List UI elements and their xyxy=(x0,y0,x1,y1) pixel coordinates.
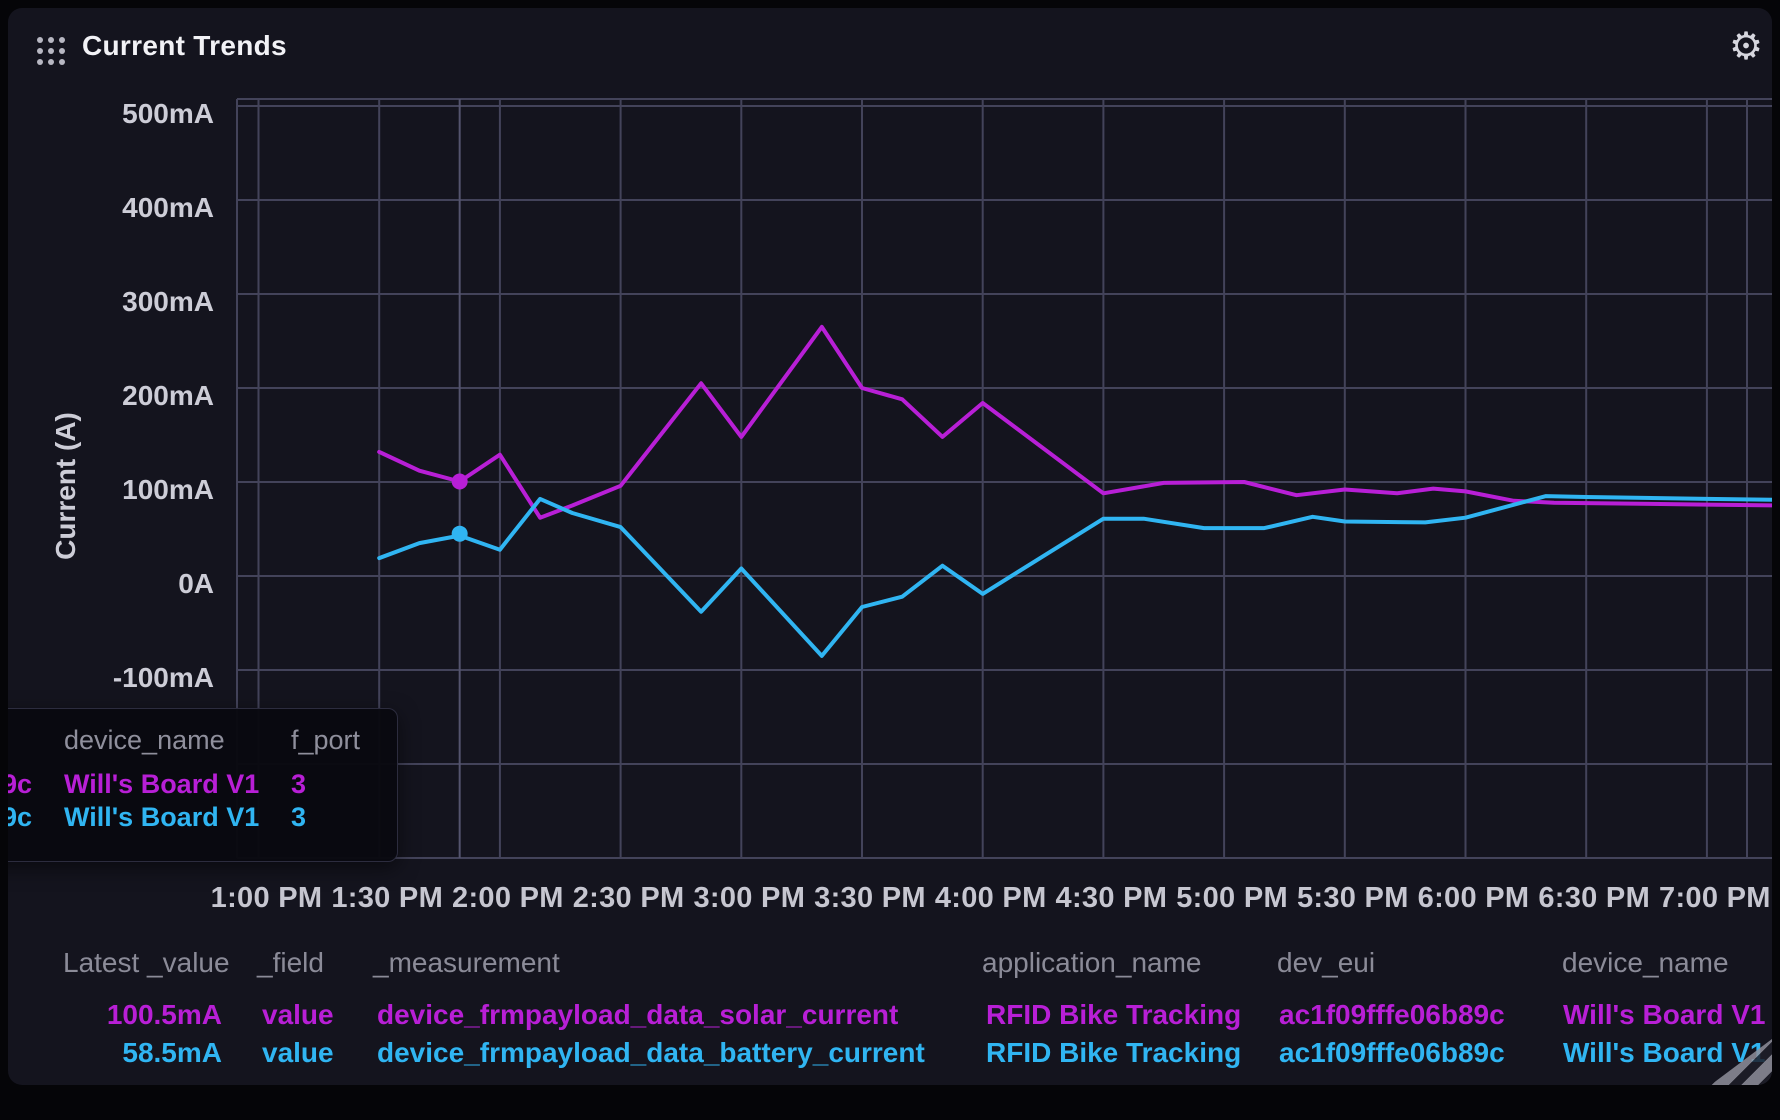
tooltip-f-port: 3 xyxy=(291,802,306,833)
x-tick-label: 5:00 PM xyxy=(1176,882,1288,915)
tooltip-device-name: Will's Board V1 xyxy=(64,769,259,800)
x-tick-label: 6:00 PM xyxy=(1418,882,1530,915)
dashboard-stage: Current Trends ⚙ Current (A) 500mA400mA3… xyxy=(0,0,1780,1120)
x-tick-label: 4:30 PM xyxy=(1056,882,1168,915)
x-tick-label: 3:30 PM xyxy=(814,882,926,915)
legend-application-name: RFID Bike Tracking xyxy=(986,999,1241,1031)
x-tick-label: 1:00 PM xyxy=(211,882,323,915)
x-tick-label: 3:00 PM xyxy=(693,882,805,915)
x-tick-label: 5:30 PM xyxy=(1297,882,1409,915)
x-tick-label: 4:00 PM xyxy=(935,882,1047,915)
legend-application-name: RFID Bike Tracking xyxy=(986,1037,1241,1069)
tooltip-header-f-port: f_port xyxy=(291,725,360,756)
legend-dev-eui: ac1f09fffe06b89c xyxy=(1279,999,1505,1031)
x-tick-label: 2:00 PM xyxy=(452,882,564,915)
legend-field: value xyxy=(262,999,334,1031)
x-tick-label: 2:30 PM xyxy=(573,882,685,915)
legend-device-name: Will's Board V1 xyxy=(1563,999,1765,1031)
legend-header-dev-eui: dev_eui xyxy=(1277,947,1375,979)
legend-header-field: _field xyxy=(257,947,324,979)
tooltip-device-name: Will's Board V1 xyxy=(64,802,259,833)
tooltip-dev-eui-tail: 9c xyxy=(8,769,32,800)
y-tick-label: 400mA xyxy=(14,192,214,224)
x-tick-label: 6:30 PM xyxy=(1538,882,1650,915)
legend-dev-eui: ac1f09fffe06b89c xyxy=(1279,1037,1505,1069)
legend-device-name: Will's Board V1 xyxy=(1563,1037,1765,1069)
y-tick-label: 100mA xyxy=(14,474,214,506)
chart-canvas[interactable] xyxy=(8,8,1772,1085)
panel-title: Current Trends xyxy=(82,30,287,62)
legend-header-latest-value: Latest _value xyxy=(63,947,230,979)
legend-latest-value: 58.5mA xyxy=(40,1037,222,1069)
hover-tooltip: device_name f_port 9c Will's Board V1 3 … xyxy=(8,708,398,862)
series-line-device_frmpayload_data_battery_current xyxy=(379,496,1772,656)
legend-header-device-name: device_name xyxy=(1562,947,1729,979)
y-tick-label: 0A xyxy=(14,568,214,600)
legend-measurement: device_frmpayload_data_solar_current xyxy=(377,999,898,1031)
legend-measurement: device_frmpayload_data_battery_current xyxy=(377,1037,925,1069)
gear-icon[interactable]: ⚙ xyxy=(1720,20,1772,72)
chart-panel: Current Trends ⚙ Current (A) 500mA400mA3… xyxy=(8,8,1772,1085)
tooltip-f-port: 3 xyxy=(291,769,306,800)
x-tick-label: 1:30 PM xyxy=(331,882,443,915)
x-tick-label: 7:00 PM xyxy=(1659,882,1771,915)
drag-grid-icon[interactable] xyxy=(34,34,68,68)
legend-header-measurement: _measurement xyxy=(373,947,560,979)
hover-dot xyxy=(452,474,468,490)
legend-field: value xyxy=(262,1037,334,1069)
hover-dot xyxy=(452,526,468,542)
legend-header-application-name: application_name xyxy=(982,947,1202,979)
y-tick-label: 200mA xyxy=(14,380,214,412)
tooltip-dev-eui-tail: 9c xyxy=(8,802,32,833)
series-line-device_frmpayload_data_solar_current xyxy=(379,327,1772,518)
y-tick-label: 500mA xyxy=(14,98,214,130)
legend-latest-value: 100.5mA xyxy=(40,999,222,1031)
y-tick-label: 300mA xyxy=(14,286,214,318)
y-tick-label: -100mA xyxy=(14,662,214,694)
tooltip-header-device-name: device_name xyxy=(64,725,225,756)
